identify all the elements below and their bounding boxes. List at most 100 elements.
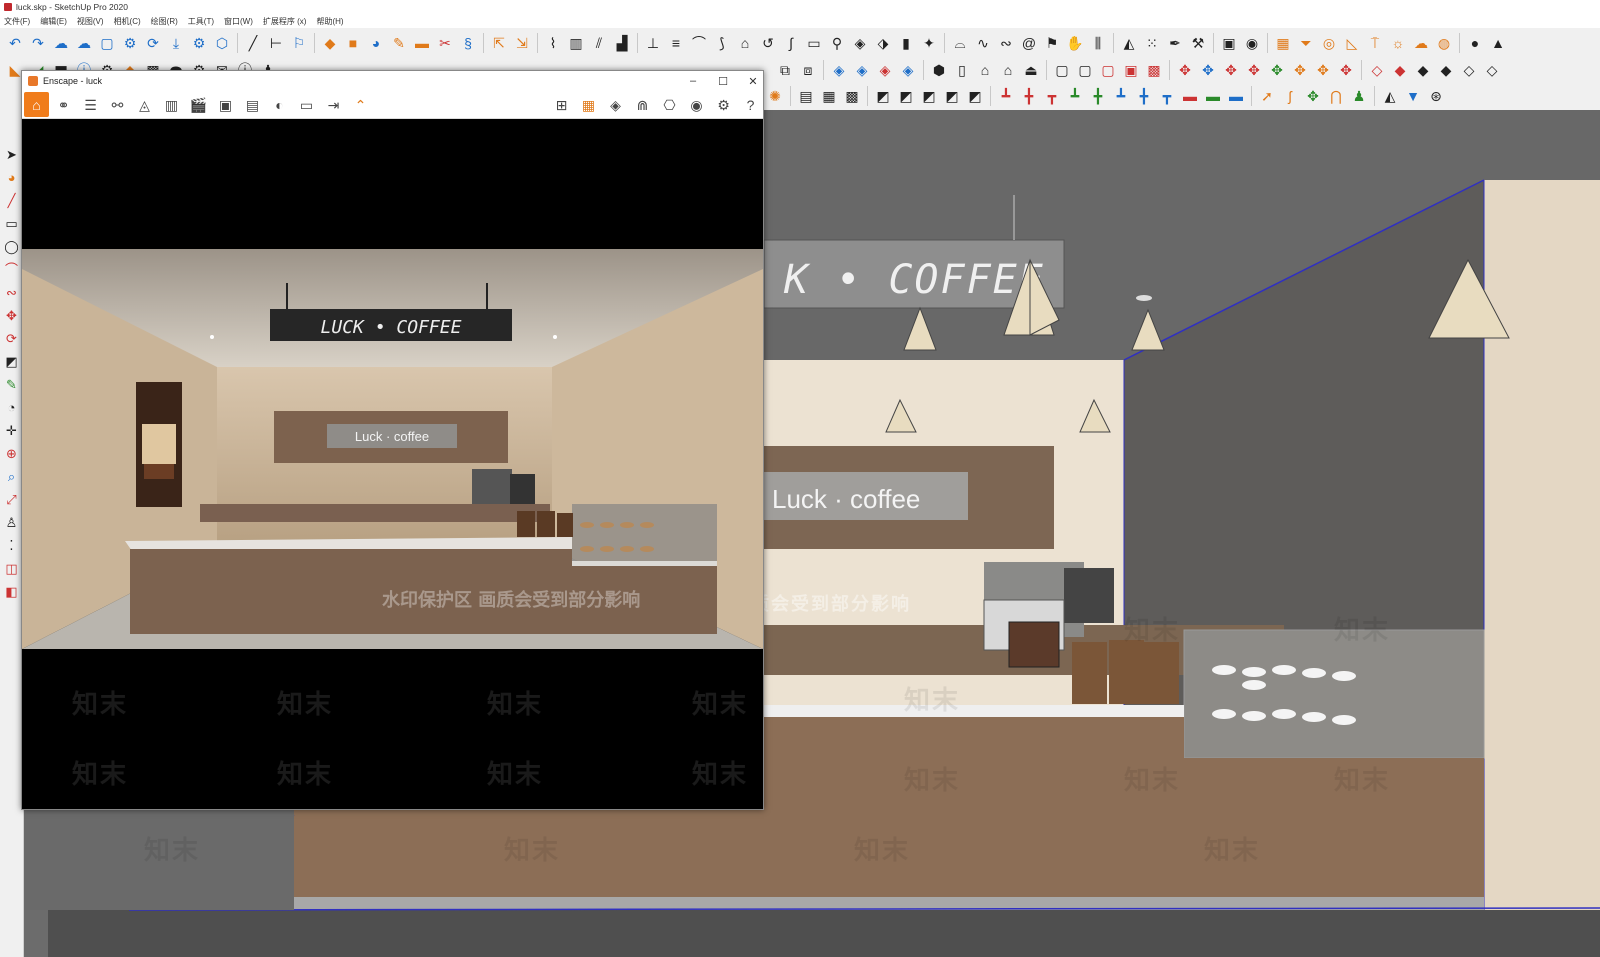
protractor-icon[interactable]: ◔ bbox=[2, 397, 22, 418]
door-icon[interactable]: ▯ bbox=[951, 59, 973, 81]
grid-icon[interactable]: ⁙ bbox=[1141, 32, 1163, 54]
close-icon[interactable]: ✕ bbox=[747, 75, 759, 88]
freehand-icon[interactable]: ∾ bbox=[2, 282, 22, 303]
cross-icon[interactable]: ╋ bbox=[1018, 85, 1040, 107]
tape-measure-icon[interactable]: ✎ bbox=[2, 374, 22, 395]
layers2-icon[interactable]: ◈ bbox=[851, 59, 873, 81]
funnel-icon[interactable]: ⏷ bbox=[1295, 32, 1317, 54]
shape-icon[interactable]: ◕ bbox=[365, 32, 387, 54]
layer-icon[interactable]: ◈ bbox=[849, 32, 871, 54]
box3d-icon[interactable]: ⬢ bbox=[928, 59, 950, 81]
sketch3-icon[interactable]: ◩ bbox=[918, 85, 940, 107]
cross2-icon[interactable]: ╋ bbox=[1087, 85, 1109, 107]
wave2-icon[interactable]: ∾ bbox=[995, 32, 1017, 54]
face-icon[interactable]: ▢ bbox=[1051, 59, 1073, 81]
wave-icon[interactable]: ∿ bbox=[972, 32, 994, 54]
bar-chart-icon[interactable]: ▟ bbox=[611, 32, 633, 54]
beam-icon[interactable]: ⫽ bbox=[588, 32, 610, 54]
tee-icon[interactable]: ┻ bbox=[995, 85, 1017, 107]
move-arrows-icon[interactable]: ✥ bbox=[1174, 59, 1196, 81]
cloud-shape-icon[interactable]: ☁ bbox=[1410, 32, 1432, 54]
circle-tool-icon[interactable]: ◯ bbox=[2, 236, 22, 257]
tee2-icon[interactable]: ┳ bbox=[1041, 85, 1063, 107]
rotate-tool-icon[interactable]: ⟳ bbox=[2, 328, 22, 349]
curve-icon[interactable]: § bbox=[457, 32, 479, 54]
sketch2-icon[interactable]: ◩ bbox=[895, 85, 917, 107]
move-arrows2-icon[interactable]: ✥ bbox=[1197, 59, 1219, 81]
ungroup-icon[interactable]: ⧈ bbox=[797, 59, 819, 81]
text-block-icon[interactable]: ▦ bbox=[818, 85, 840, 107]
cube-icon[interactable]: ⬡ bbox=[211, 32, 233, 54]
lamp-icon[interactable]: ⍑ bbox=[1364, 32, 1386, 54]
loop-icon[interactable]: ↺ bbox=[757, 32, 779, 54]
paint-bucket-icon[interactable]: ◕ bbox=[2, 167, 22, 188]
arc-icon[interactable]: ⌓ bbox=[949, 32, 971, 54]
table-icon[interactable]: ▤ bbox=[795, 85, 817, 107]
gear-icon[interactable]: ⚙ bbox=[119, 32, 141, 54]
menu-file[interactable]: 文件(F) bbox=[4, 16, 30, 27]
eraser-icon[interactable]: ◆ bbox=[319, 32, 341, 54]
minimize-icon[interactable]: – bbox=[687, 75, 699, 87]
panel4-icon[interactable]: ◆ bbox=[1435, 59, 1457, 81]
visual-settings-icon[interactable]: ◉ bbox=[684, 92, 709, 117]
gallery-icon[interactable]: ▦ bbox=[1272, 32, 1294, 54]
joint-icon[interactable]: ⊥ bbox=[642, 32, 664, 54]
binoculars-icon[interactable]: ⚯ bbox=[105, 92, 130, 117]
node-icon[interactable]: ⚲ bbox=[826, 32, 848, 54]
perspective-icon[interactable]: ◬ bbox=[132, 92, 157, 117]
material-icon[interactable]: ⋒ bbox=[630, 92, 655, 117]
move-icon[interactable]: ⇱ bbox=[488, 32, 510, 54]
home-icon[interactable]: ⌂ bbox=[24, 92, 49, 117]
cloud-icon[interactable]: ☁ bbox=[50, 32, 72, 54]
face5-icon[interactable]: ▩ bbox=[1143, 59, 1165, 81]
move-arrows7-icon[interactable]: ✥ bbox=[1312, 59, 1334, 81]
house2-icon[interactable]: ⌂ bbox=[997, 59, 1019, 81]
arch-icon[interactable]: ⌂ bbox=[734, 32, 756, 54]
mirror-icon[interactable]: ◭ bbox=[1118, 32, 1140, 54]
sketch4-icon[interactable]: ◩ bbox=[941, 85, 963, 107]
move-arrows8-icon[interactable]: ✥ bbox=[1335, 59, 1357, 81]
layers-icon[interactable]: ◈ bbox=[828, 59, 850, 81]
download-icon[interactable]: ⤓ bbox=[165, 32, 187, 54]
double-arch-icon[interactable]: ⋂ bbox=[1325, 85, 1347, 107]
sketch-icon[interactable]: ◩ bbox=[872, 85, 894, 107]
exe-export-icon[interactable]: ⇥ bbox=[321, 92, 346, 117]
tape-icon[interactable]: ▬ bbox=[411, 32, 433, 54]
stairs-icon[interactable]: ⌇ bbox=[542, 32, 564, 54]
clapper-icon[interactable]: 🎬 bbox=[186, 92, 211, 117]
frame-icon[interactable]: ▣ bbox=[1218, 32, 1240, 54]
refresh-icon[interactable]: ⟳ bbox=[142, 32, 164, 54]
target-icon[interactable]: ◍ bbox=[1433, 32, 1455, 54]
merge-icon[interactable]: ⬗ bbox=[872, 32, 894, 54]
tee4-icon[interactable]: ┻ bbox=[1110, 85, 1132, 107]
align-icon[interactable]: ≡ bbox=[665, 32, 687, 54]
arrow-select-icon[interactable]: ➚ bbox=[1256, 85, 1278, 107]
link-icon[interactable]: ⚭ bbox=[51, 92, 76, 117]
layers4-icon[interactable]: ◈ bbox=[897, 59, 919, 81]
tee3-icon[interactable]: ┻ bbox=[1064, 85, 1086, 107]
user-icon[interactable]: ♟ bbox=[1348, 85, 1370, 107]
column-icon[interactable]: ▥ bbox=[565, 32, 587, 54]
menu-edit[interactable]: 编辑(E) bbox=[40, 16, 67, 27]
scissors-icon[interactable]: ✂ bbox=[434, 32, 456, 54]
bar-red-icon[interactable]: ▬ bbox=[1179, 85, 1201, 107]
bar-blue-icon[interactable]: ▬ bbox=[1225, 85, 1247, 107]
move-arrows3-icon[interactable]: ✥ bbox=[1220, 59, 1242, 81]
screenshot-icon[interactable]: ▣ bbox=[213, 92, 238, 117]
face4-icon[interactable]: ▣ bbox=[1120, 59, 1142, 81]
panel5-icon[interactable]: ◇ bbox=[1458, 59, 1480, 81]
move-arrows4-icon[interactable]: ✥ bbox=[1243, 59, 1265, 81]
pin-icon[interactable]: ✦ bbox=[918, 32, 940, 54]
spline-icon[interactable]: ∫ bbox=[780, 32, 802, 54]
bar-green-icon[interactable]: ▬ bbox=[1202, 85, 1224, 107]
solid-icon[interactable]: ▮ bbox=[895, 32, 917, 54]
slab-icon[interactable]: ▭ bbox=[803, 32, 825, 54]
circle-icon[interactable]: ◎ bbox=[1318, 32, 1340, 54]
layers3-icon[interactable]: ◈ bbox=[874, 59, 896, 81]
panel6-icon[interactable]: ◇ bbox=[1481, 59, 1503, 81]
house-icon[interactable]: ⌂ bbox=[974, 59, 996, 81]
brush-icon[interactable]: ⚒ bbox=[1187, 32, 1209, 54]
menu-tools[interactable]: 工具(T) bbox=[188, 16, 214, 27]
text-block2-icon[interactable]: ▩ bbox=[841, 85, 863, 107]
vr-icon[interactable]: ⎔ bbox=[657, 92, 682, 117]
